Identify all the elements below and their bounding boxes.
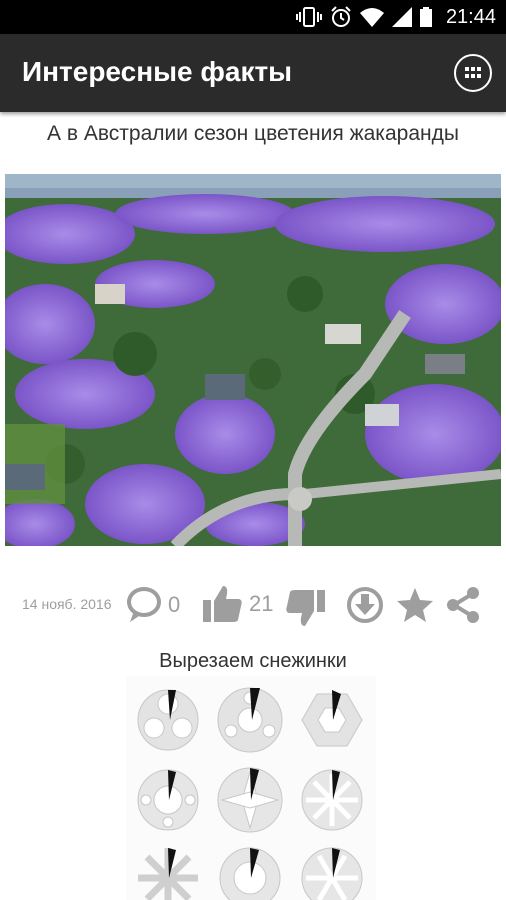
alarm-icon [331, 6, 351, 27]
favorite-button[interactable] [396, 586, 434, 624]
app-title: Интересные факты [22, 56, 293, 87]
status-bar: 21:44 [0, 0, 506, 34]
comment-icon [127, 587, 161, 622]
apps-grid-button[interactable] [454, 54, 492, 92]
like-button[interactable]: 21 [203, 584, 273, 624]
star-icon [397, 588, 433, 622]
apps-grid-icon [465, 67, 481, 78]
likes-count: 21 [249, 591, 274, 616]
comments-count: 0 [168, 592, 181, 617]
battery-icon [419, 7, 432, 27]
post-date: 14 нояб. 2016 [22, 596, 112, 612]
comments-button[interactable]: 0 [126, 586, 180, 624]
download-icon [347, 587, 383, 623]
app-bar: Интересные факты [0, 34, 506, 112]
dislike-icon [286, 590, 325, 626]
wifi-icon [359, 8, 384, 27]
next-post-image[interactable] [126, 676, 376, 900]
share-button[interactable] [444, 586, 482, 624]
next-post-title[interactable]: Вырезаем снежинки [0, 650, 506, 673]
post-image[interactable] [5, 174, 501, 546]
clock: 21:44 [445, 5, 496, 28]
post-actions-row: 14 нояб. 2016 0 21 [0, 582, 506, 630]
vibrate-icon [295, 7, 322, 27]
dislike-button[interactable] [285, 588, 325, 628]
share-icon [447, 587, 479, 623]
signal-icon [391, 7, 412, 27]
download-button[interactable] [346, 586, 384, 624]
like-icon [203, 586, 242, 622]
post-title[interactable]: А в Австралии сезон цветения жакаранды [0, 122, 506, 146]
